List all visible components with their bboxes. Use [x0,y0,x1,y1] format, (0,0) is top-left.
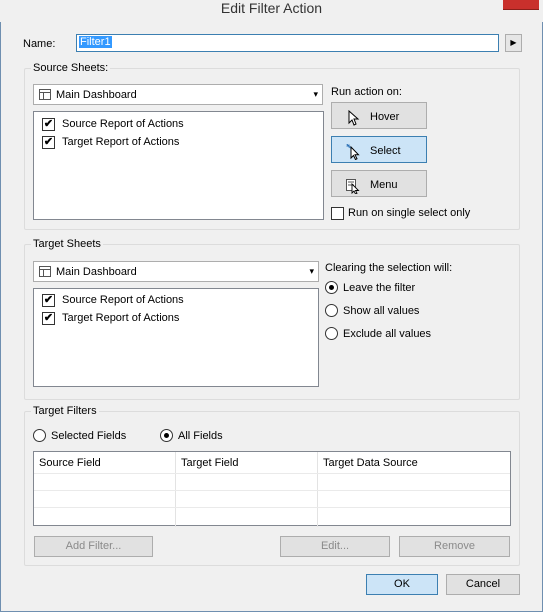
target-sheet-label: Target Report of Actions [62,312,180,324]
selected-fields-label: Selected Fields [51,430,127,442]
chevron-down-icon: ▾ [309,266,314,276]
source-sheets-title: Source Sheets: [31,62,111,74]
clear-option-label: Exclude all values [343,328,432,340]
dashboard-icon [39,89,51,100]
checkbox-checked-icon[interactable]: ✔ [42,294,55,307]
select-button[interactable]: Select [331,136,427,163]
target-filters-title: Target Filters [31,405,99,417]
checkbox-checked-icon[interactable]: ✔ [42,136,55,149]
source-dashboard-value: Main Dashboard [56,89,137,101]
run-single-select-option[interactable]: Run on single select only [331,206,511,222]
selected-fields-option[interactable]: Selected Fields [33,428,143,444]
target-dashboard-value: Main Dashboard [56,266,137,278]
ok-button[interactable]: OK [366,574,438,595]
checkbox-checked-icon[interactable]: ✔ [42,312,55,325]
cancel-button[interactable]: Cancel [446,574,520,595]
row-divider [34,507,510,508]
name-value: Filter1 [79,36,112,48]
name-field[interactable]: Filter1 [76,34,499,52]
run-action-title: Run action on: [331,86,402,98]
target-dashboard-select[interactable]: Main Dashboard ▾ [33,261,319,282]
radio-unselected-icon[interactable] [325,304,338,317]
remove-button[interactable]: Remove [399,536,510,557]
menu-button-label: Menu [370,179,398,191]
edit-button[interactable]: Edit... [280,536,390,557]
row-divider [34,473,510,474]
clear-option-leave[interactable]: Leave the filter [325,280,485,296]
close-button[interactable] [503,0,539,10]
target-sheet-label: Source Report of Actions [62,294,184,306]
select-pointer-icon [346,144,360,160]
radio-selected-icon[interactable] [325,281,338,294]
clear-option-label: Leave the filter [343,282,416,294]
radio-selected-icon[interactable] [160,429,173,442]
row-divider [34,490,510,491]
clearing-title: Clearing the selection will: [325,262,453,274]
source-sheets-list: ✔ Source Report of Actions ✔ Target Repo… [33,111,324,220]
hover-button[interactable]: Hover [331,102,427,129]
window-title: Edit Filter Action [220,0,323,16]
hover-button-label: Hover [370,111,400,123]
clear-option-label: Show all values [343,305,420,317]
source-dashboard-select[interactable]: Main Dashboard ▾ [33,84,323,105]
checkbox-unchecked-icon[interactable] [331,207,344,220]
filters-table: Source Field Target Field Target Data So… [33,451,511,527]
radio-unselected-icon[interactable] [325,327,338,340]
pointer-icon [348,110,360,126]
radio-unselected-icon[interactable] [33,429,46,442]
column-header-source-field[interactable]: Source Field [39,457,101,469]
triangle-right-icon: ▶ [510,38,517,47]
target-sheets-title: Target Sheets [31,238,103,250]
select-button-label: Select [370,145,401,157]
menu-pointer-icon [346,179,360,194]
name-label: Name: [23,38,56,50]
clear-option-show-all[interactable]: Show all values [325,303,485,319]
column-header-target-data-source[interactable]: Target Data Source [323,457,418,469]
run-single-select-label: Run on single select only [348,207,471,219]
chevron-down-icon: ▾ [313,89,318,99]
clear-option-exclude-all[interactable]: Exclude all values [325,326,485,342]
add-filter-button[interactable]: Add Filter... [34,536,153,557]
menu-button[interactable]: Menu [331,170,427,197]
name-menu-button[interactable]: ▶ [505,34,522,52]
target-sheets-list: ✔ Source Report of Actions ✔ Target Repo… [33,288,319,387]
source-sheet-label: Source Report of Actions [62,118,184,130]
checkbox-checked-icon[interactable]: ✔ [42,118,55,131]
all-fields-label: All Fields [178,430,223,442]
dashboard-icon [39,266,51,277]
all-fields-option[interactable]: All Fields [160,428,250,444]
column-header-target-field[interactable]: Target Field [181,457,238,469]
source-sheet-label: Target Report of Actions [62,136,180,148]
